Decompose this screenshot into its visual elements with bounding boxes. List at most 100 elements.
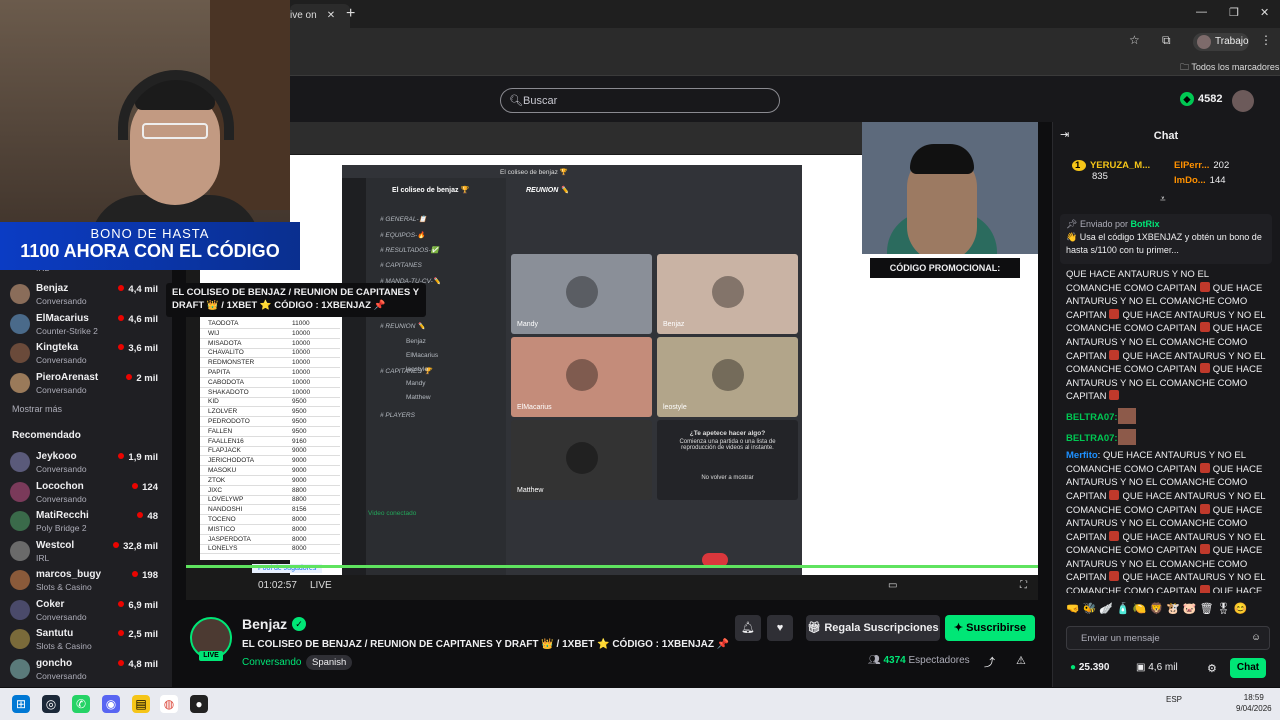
- share-icon[interactable]: ⤴: [984, 654, 995, 670]
- tray-language[interactable]: ESP: [1166, 695, 1182, 704]
- extensions-icon[interactable]: ⧉: [1162, 33, 1171, 48]
- viewer-count: 4,4 mil: [118, 284, 158, 295]
- whatsapp-icon[interactable]: ✆: [72, 695, 90, 713]
- sheet-player: TOCENO: [208, 516, 236, 523]
- sheet-mmr: 8156: [292, 506, 307, 514]
- sidebar-channel-westcol[interactable]: Westcol IRL 32,8 mil: [0, 537, 172, 567]
- sidebar-channel-goncho[interactable]: goncho Conversando 4,8 mil: [0, 655, 172, 685]
- channel-avatar: [10, 570, 30, 590]
- expand-leaderboard-icon[interactable]: ⩡: [1160, 194, 1166, 205]
- sheet-mmr: 8000: [292, 535, 307, 543]
- sidebar-channel-santutu[interactable]: Santutu Slots & Casino 2,5 mil: [0, 625, 172, 655]
- tile-name: Mandy: [517, 321, 539, 328]
- chat-input[interactable]: Enviar un mensaje ☺: [1066, 626, 1270, 650]
- chat-send-button[interactable]: Chat: [1230, 658, 1266, 678]
- browser-tab[interactable]: ive on ✕: [290, 4, 350, 28]
- discord-invite-card: ¿Te apetece hacer algo? Comienza una par…: [657, 420, 798, 500]
- gift-subs-button[interactable]: 🎁︎ Regala Suscripciones: [806, 615, 940, 641]
- bits-balance[interactable]: ◆ 4582: [1180, 92, 1222, 106]
- stream-category[interactable]: Conversando: [242, 657, 301, 668]
- video-tile-matthew: Matthew: [511, 420, 652, 500]
- chrome-icon[interactable]: ◍: [160, 695, 178, 713]
- pinned-text: 👋 Usa el código 1XBENJAZ y obtén un bono…: [1066, 232, 1262, 255]
- close-window-icon[interactable]: ✕: [1260, 6, 1269, 19]
- leaderboard-entry[interactable]: ElPerr... 202: [1174, 160, 1229, 171]
- video-progress[interactable]: [186, 565, 1038, 568]
- new-tab-button[interactable]: +: [346, 5, 355, 23]
- live-indicator: LIVE: [310, 580, 332, 591]
- leaderboard-entry[interactable]: ImDo... 144: [1174, 175, 1226, 186]
- pin-icon: 📌︎: [1066, 219, 1080, 229]
- profile-button[interactable]: Trabajo: [1193, 33, 1249, 51]
- bookmark-star-icon[interactable]: ☆: [1129, 33, 1140, 47]
- windows-start-icon[interactable]: ⊞: [12, 695, 30, 713]
- browser-menu-icon[interactable]: ⋮: [1260, 33, 1272, 47]
- report-icon[interactable]: ⚠: [1016, 654, 1026, 667]
- sheet-row: LZOLVER 9500: [200, 408, 340, 418]
- emote-picker-icon[interactable]: ☺: [1251, 632, 1261, 643]
- invite-body: Comienza una partida o una lista de repr…: [679, 439, 776, 451]
- chat-username[interactable]: BELTRA07:: [1066, 433, 1118, 444]
- obs-icon[interactable]: ●: [190, 695, 208, 713]
- channel-game: Conversando: [36, 296, 87, 306]
- sheet-player: TAODOTA: [208, 320, 239, 327]
- profile-label: Trabajo: [1215, 36, 1249, 47]
- sheet-mmr: 10000: [292, 339, 311, 347]
- theater-mode-icon[interactable]: ▭: [888, 580, 897, 591]
- fullscreen-icon[interactable]: ⛶: [1020, 580, 1027, 591]
- sheet-mmr: 9000: [292, 447, 307, 455]
- subscribe-button[interactable]: ✦ Suscribirse: [945, 615, 1035, 641]
- search-input[interactable]: 🔍︎ Buscar: [500, 88, 780, 113]
- discord-channel: # REUNION ✏️: [380, 323, 426, 330]
- leaderboard-entry[interactable]: 1 YERUZA_M... 835: [1072, 160, 1150, 182]
- emote-bar[interactable]: 🤜🐝🪽🧴🍋🦁🐮🐷🗑🎖😊: [1066, 602, 1274, 620]
- rank-badge-icon: 1: [1072, 160, 1086, 171]
- sheet-player: ZTOK: [208, 476, 226, 484]
- sidebar-channel-matirecchi[interactable]: MatiRecchi Poly Bridge 2 48: [0, 507, 172, 537]
- chat-username[interactable]: Merfito: [1066, 450, 1098, 461]
- discord-icon[interactable]: ◉: [102, 695, 120, 713]
- discord-voice-member: leostyle: [406, 366, 429, 373]
- viewer-count: 32,8 mil: [113, 541, 158, 552]
- show-more-link[interactable]: Mostrar más: [12, 404, 62, 414]
- close-tab-icon[interactable]: ✕: [327, 10, 335, 21]
- notifications-bell-icon[interactable]: 🔔︎: [735, 615, 761, 641]
- steam-icon[interactable]: ◎: [42, 695, 60, 713]
- discord-channel: # PLAYERS: [380, 412, 415, 419]
- discord-voice-member: Mandy: [406, 380, 426, 387]
- chat-username[interactable]: BELTRA07:: [1066, 412, 1118, 423]
- sheet-mmr: 10000: [292, 378, 311, 386]
- leaderboard-name: ElPerr...: [1174, 160, 1210, 171]
- chat-settings-icon[interactable]: ⚙: [1207, 662, 1217, 675]
- pinned-message[interactable]: 📌︎ Enviado por BotRix 👋 Usa el código 1X…: [1060, 214, 1272, 264]
- maximize-icon[interactable]: ❐: [1229, 6, 1239, 19]
- sidebar-channel-pieroarenast[interactable]: PieroArenast Conversando 2 mil: [0, 369, 172, 399]
- bits-count: 4582: [1198, 93, 1223, 105]
- user-avatar[interactable]: [1232, 90, 1254, 112]
- sidebar-channel-marcos_bugy[interactable]: marcos_bugy Slots & Casino 198: [0, 566, 172, 596]
- leaderboard-score: 144: [1209, 175, 1226, 186]
- streamer-name[interactable]: Benjaz: [242, 616, 287, 632]
- taskbar-clock[interactable]: 18:59 9/04/2026: [1236, 692, 1272, 714]
- sheet-player: REDMONSTER: [208, 359, 255, 367]
- points-secondary[interactable]: ▣ 4,6 mil: [1136, 662, 1178, 673]
- minimize-icon[interactable]: —: [1196, 6, 1207, 18]
- pinned-by-label: Enviado por: [1079, 219, 1128, 229]
- sheet-row: MISTICO 8000: [200, 526, 340, 535]
- sidebar-channel-coker[interactable]: Coker Conversando 6,9 mil: [0, 596, 172, 626]
- language-tag[interactable]: Spanish: [306, 655, 353, 670]
- follow-heart-icon[interactable]: ♥: [767, 615, 793, 641]
- sidebar-channel-benjaz[interactable]: Benjaz Conversando 4,4 mil: [0, 280, 172, 310]
- all-bookmarks-link[interactable]: 🗀 Todos los marcadores: [1180, 60, 1279, 76]
- sidebar-channel-jeykooo[interactable]: Jeykooo Conversando 1,9 mil: [0, 448, 172, 478]
- file-explorer-icon[interactable]: ▤: [132, 695, 150, 713]
- chat-text: QUE HACE ANTAURUS Y NO EL COMANCHE COMO …: [1066, 269, 1209, 294]
- sidebar-channel-elmacarius[interactable]: ElMacarius Counter-Strike 2 4,6 mil: [0, 310, 172, 340]
- sidebar-channel-kingteka[interactable]: Kingteka Conversando 3,6 mil: [0, 339, 172, 369]
- channel-name: Benjaz: [36, 283, 69, 294]
- sidebar-channel-locochon[interactable]: Locochon Conversando 124: [0, 478, 172, 508]
- channel-points[interactable]: ● 25.390: [1070, 662, 1109, 673]
- emote-icon: [1109, 308, 1120, 319]
- sheet-mmr: 9500: [292, 408, 307, 416]
- sheet-row: JASPERDOTA 8000: [200, 536, 340, 545]
